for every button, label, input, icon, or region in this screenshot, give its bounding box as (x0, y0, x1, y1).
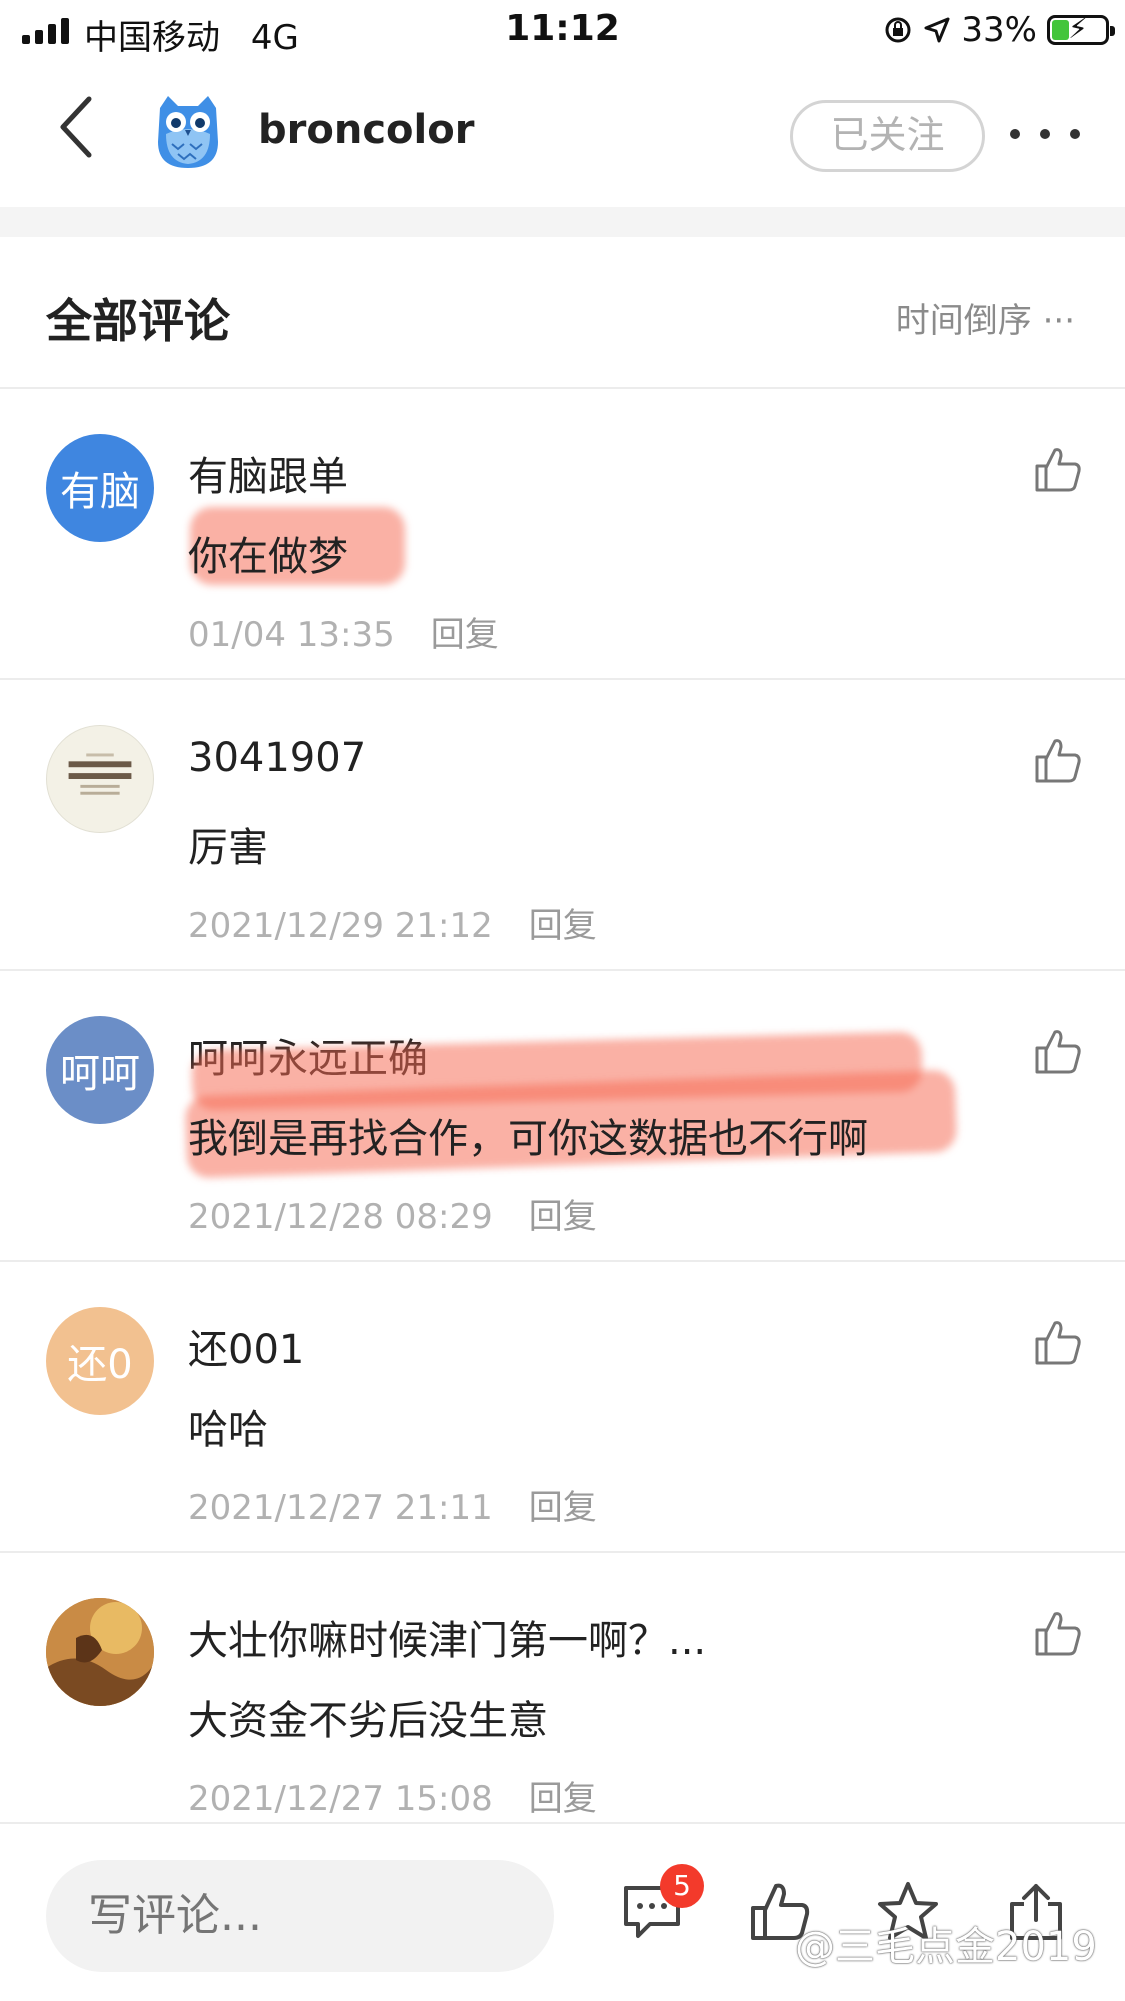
profile-avatar[interactable] (152, 94, 224, 170)
thumbs-up-icon[interactable] (1033, 1608, 1083, 1658)
chevron-left-icon (60, 96, 92, 158)
follow-button[interactable]: 已关注 (790, 100, 985, 172)
comment-item: 3041907 厉害 2021/12/29 21:12 回复 (0, 680, 1125, 971)
profile-name[interactable]: broncolor (258, 107, 474, 153)
comment-meta: 01/04 13:35 回复 (188, 607, 499, 656)
comment-time: 2021/12/28 08:29 (188, 1197, 493, 1237)
more-dots-icon (1010, 129, 1020, 139)
comment-item: 呵呵 呵呵永远正确 我倒是再找合作，可你这数据也不行啊 2021/12/28 0… (0, 971, 1125, 1262)
battery-icon: ⚡ (1047, 12, 1115, 45)
comment-author[interactable]: 还001 (188, 1317, 304, 1375)
owl-avatar-icon (158, 96, 218, 168)
comment-meta: 2021/12/28 08:29 回复 (188, 1189, 597, 1238)
avatar[interactable]: 还0 (46, 1307, 154, 1415)
text-image-avatar-icon (68, 753, 132, 795)
comment-author[interactable]: 有脑跟单 (188, 444, 348, 502)
thumbs-up-icon[interactable] (1033, 735, 1083, 785)
thumbs-up-icon[interactable] (1033, 444, 1083, 494)
comment-meta: 2021/12/29 21:12 回复 (188, 898, 597, 947)
watermark: @三毛点金2019 (795, 1924, 1097, 1970)
reply-button[interactable]: 回复 (431, 615, 499, 655)
avatar[interactable] (46, 725, 154, 833)
comment-item: 还0 还001 哈哈 2021/12/27 21:11 回复 (0, 1262, 1125, 1553)
comment-text: 你在做梦 (188, 534, 348, 580)
charging-bolt-icon: ⚡ (1068, 12, 1088, 45)
comment-meta: 2021/12/27 21:11 回复 (188, 1480, 597, 1529)
comment-item: 有脑 有脑跟单 你在做梦 01/04 13:35 回复 (0, 389, 1125, 680)
comment-page: 中国移动 4G 11:12 33% ⚡ broncolor 已关注 全部评论 时… (0, 0, 1125, 2001)
status-bar: 中国移动 4G 11:12 33% ⚡ (0, 0, 1125, 62)
header: broncolor 已关注 (0, 62, 1125, 207)
comment-count-badge: 5 (660, 1864, 704, 1908)
section-divider (0, 207, 1125, 237)
reply-button[interactable]: 回复 (529, 1197, 597, 1237)
thumbs-up-icon[interactable] (1033, 1317, 1083, 1367)
location-icon (924, 17, 950, 43)
comment-text: 大资金不劣后没生意 (188, 1698, 548, 1744)
avatar[interactable] (46, 1598, 154, 1706)
reply-button[interactable]: 回复 (529, 1488, 597, 1528)
sort-button[interactable]: 时间倒序 ··· (896, 293, 1075, 342)
comment-item: 大壮你嘛时候津门第一啊？... 大资金不劣后没生意 2021/12/27 15:… (0, 1553, 1125, 1844)
section-title: 全部评论 (46, 294, 230, 348)
orientation-lock-icon (885, 17, 911, 43)
reply-button[interactable]: 回复 (529, 1779, 597, 1819)
avatar[interactable]: 呵呵 (46, 1016, 154, 1124)
status-right: 33% ⚡ (883, 8, 1115, 52)
photo-avatar-icon (46, 1598, 154, 1706)
comment-text: 厉害 (188, 825, 268, 871)
bottom-bar: 5 @三毛点金2019 (0, 1822, 1125, 2001)
avatar[interactable]: 有脑 (46, 434, 154, 542)
comment-author[interactable]: 大壮你嘛时候津门第一啊？... (188, 1608, 706, 1666)
comment-text: 哈哈 (188, 1407, 268, 1453)
comment-time: 01/04 13:35 (188, 615, 395, 655)
comment-author[interactable]: 3041907 (188, 735, 366, 781)
back-button[interactable] (40, 92, 110, 162)
thumbs-up-icon[interactable] (1033, 1026, 1083, 1076)
comment-time: 2021/12/27 21:11 (188, 1488, 493, 1528)
comment-text: 我倒是再找合作，可你这数据也不行啊 (188, 1116, 868, 1162)
more-button[interactable] (1010, 114, 1080, 154)
comments-header: 全部评论 时间倒序 ··· (0, 237, 1125, 389)
comment-time: 2021/12/29 21:12 (188, 906, 493, 946)
comment-meta: 2021/12/27 15:08 回复 (188, 1771, 597, 1820)
battery-percent: 33% (961, 10, 1037, 50)
reply-button[interactable]: 回复 (529, 906, 597, 946)
comment-input[interactable] (46, 1860, 554, 1972)
comment-time: 2021/12/27 15:08 (188, 1779, 493, 1819)
